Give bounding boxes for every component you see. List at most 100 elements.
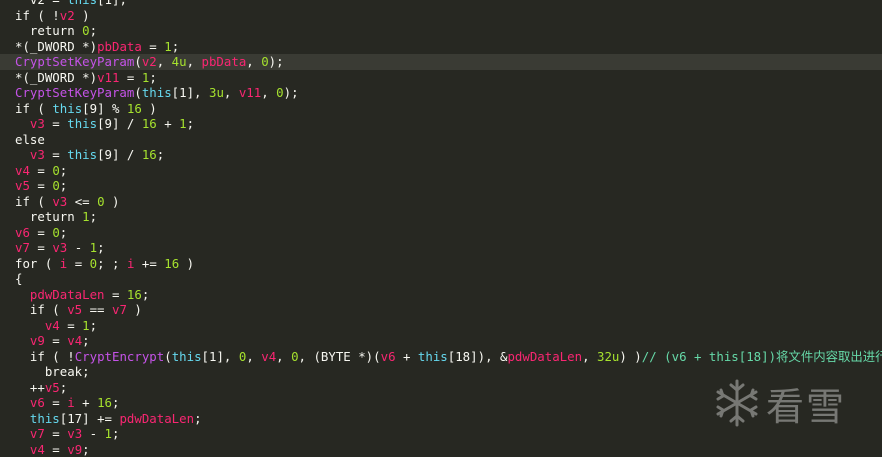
- code-punct: v2 =: [15, 0, 67, 7]
- code-punct: [15, 411, 30, 426]
- code-line[interactable]: if ( v5 == v7 ): [0, 302, 882, 318]
- code-number: 32u: [597, 349, 619, 364]
- code-line[interactable]: v6 = 0;: [0, 225, 882, 241]
- code-punct: [15, 318, 45, 333]
- code-punct: if ( !: [15, 8, 60, 23]
- code-number: 0: [90, 256, 97, 271]
- code-punct: ,: [187, 54, 202, 69]
- code-punct: =: [45, 116, 67, 131]
- code-line[interactable]: v3 = this[9] / 16;: [0, 147, 882, 163]
- code-line[interactable]: v3 = this[9] / 16 + 1;: [0, 116, 882, 132]
- code-punct: if (: [15, 194, 52, 209]
- code-line[interactable]: for ( i = 0; ; i += 16 ): [0, 256, 882, 272]
- code-punct: [15, 333, 30, 348]
- code-number: 16: [142, 116, 157, 131]
- code-punct: =: [142, 39, 164, 54]
- code-line[interactable]: v4 = 1;: [0, 318, 882, 334]
- code-variable: i: [67, 395, 74, 410]
- code-variable: v9: [67, 442, 82, 457]
- code-punct: [15, 147, 30, 162]
- code-punct: if ( !: [15, 349, 75, 364]
- code-punct: ,: [261, 85, 276, 100]
- code-variable: v6: [30, 395, 45, 410]
- code-number: 0: [291, 349, 298, 364]
- watermark-text: 看雪: [766, 376, 846, 431]
- code-variable: v4: [45, 318, 60, 333]
- code-punct: +: [157, 116, 179, 131]
- code-line[interactable]: if ( v3 <= 0 ): [0, 194, 882, 210]
- code-punct: ;: [60, 178, 67, 193]
- code-punct: ;: [172, 39, 179, 54]
- code-variable: v11: [239, 85, 261, 100]
- code-line[interactable]: if ( !CryptEncrypt(this[1], 0, v4, 0, (B…: [0, 349, 882, 365]
- code-punct: (: [164, 349, 171, 364]
- code-variable: v3: [67, 426, 82, 441]
- code-line[interactable]: if ( !v2 ): [0, 8, 882, 24]
- code-punct: *(_DWORD *): [15, 70, 97, 85]
- code-punct: ;: [112, 426, 119, 441]
- code-punct: =: [30, 225, 52, 240]
- code-number: 0: [52, 225, 59, 240]
- code-punct: ;: [60, 380, 67, 395]
- code-line[interactable]: *(_DWORD *)pbData = 1;: [0, 39, 882, 55]
- code-punct: =: [30, 240, 52, 255]
- code-variable: v3: [52, 240, 67, 255]
- code-punct: ;: [90, 209, 97, 224]
- code-line[interactable]: return 0;: [0, 23, 882, 39]
- code-line[interactable]: v4 = v9;: [0, 442, 882, 457]
- code-member: this: [172, 349, 202, 364]
- code-member: this: [142, 85, 172, 100]
- snowflake-icon: [712, 378, 762, 428]
- code-punct: [15, 442, 30, 457]
- code-comment: // (v6 + this[18])将文件内容取出进行加密: [642, 349, 882, 364]
- code-number: 1: [164, 39, 171, 54]
- code-number: 16: [97, 395, 112, 410]
- code-variable: v7: [15, 240, 30, 255]
- code-line[interactable]: v9 = v4;: [0, 333, 882, 349]
- code-punct: ) ): [619, 349, 641, 364]
- code-punct: [15, 426, 30, 441]
- code-variable: v4: [30, 442, 45, 457]
- code-punct: );: [269, 54, 284, 69]
- code-line[interactable]: CryptSetKeyParam(v2, 4u, pbData, 0);: [0, 54, 882, 70]
- code-punct: =: [45, 426, 67, 441]
- code-line[interactable]: v7 = v3 - 1;: [0, 240, 882, 256]
- code-variable: v5: [15, 178, 30, 193]
- code-line[interactable]: *(_DWORD *)v11 = 1;: [0, 70, 882, 86]
- code-line[interactable]: v2 = this[1];: [0, 0, 882, 8]
- code-line[interactable]: return 1;: [0, 209, 882, 225]
- code-punct: [1];: [97, 0, 127, 7]
- code-punct: ;: [142, 287, 149, 302]
- code-member: this: [52, 101, 82, 116]
- code-line[interactable]: v4 = 0;: [0, 163, 882, 179]
- code-punct: -: [82, 426, 104, 441]
- code-number: 3u: [209, 85, 224, 100]
- code-punct: (: [134, 85, 141, 100]
- code-variable: v5: [67, 302, 82, 317]
- code-punct: ): [142, 101, 157, 116]
- code-line[interactable]: v5 = 0;: [0, 178, 882, 194]
- code-variable: v7: [30, 426, 45, 441]
- code-variable: v4: [15, 163, 30, 178]
- code-punct: ,: [224, 85, 239, 100]
- code-member: this: [418, 349, 448, 364]
- code-punct: ;: [82, 442, 89, 457]
- code-punct: [9] /: [97, 147, 142, 162]
- code-variable: pdwDataLen: [30, 287, 105, 302]
- code-line[interactable]: pdwDataLen = 16;: [0, 287, 882, 303]
- code-punct: ;: [90, 23, 97, 38]
- code-line[interactable]: CryptSetKeyParam(this[1], 3u, v11, 0);: [0, 85, 882, 101]
- code-line[interactable]: if ( this[9] % 16 ): [0, 101, 882, 117]
- code-punct: [15, 116, 30, 131]
- code-line[interactable]: else: [0, 132, 882, 148]
- code-variable: v9: [30, 333, 45, 348]
- code-function: CryptSetKeyParam: [15, 85, 134, 100]
- code-variable: v2: [60, 8, 75, 23]
- code-variable: pbData: [97, 39, 142, 54]
- code-punct: ; ;: [97, 256, 127, 271]
- code-variable: v11: [97, 70, 119, 85]
- code-punct: +: [396, 349, 418, 364]
- code-punct: ,: [246, 54, 261, 69]
- code-punct: =: [67, 256, 89, 271]
- code-line[interactable]: {: [0, 271, 882, 287]
